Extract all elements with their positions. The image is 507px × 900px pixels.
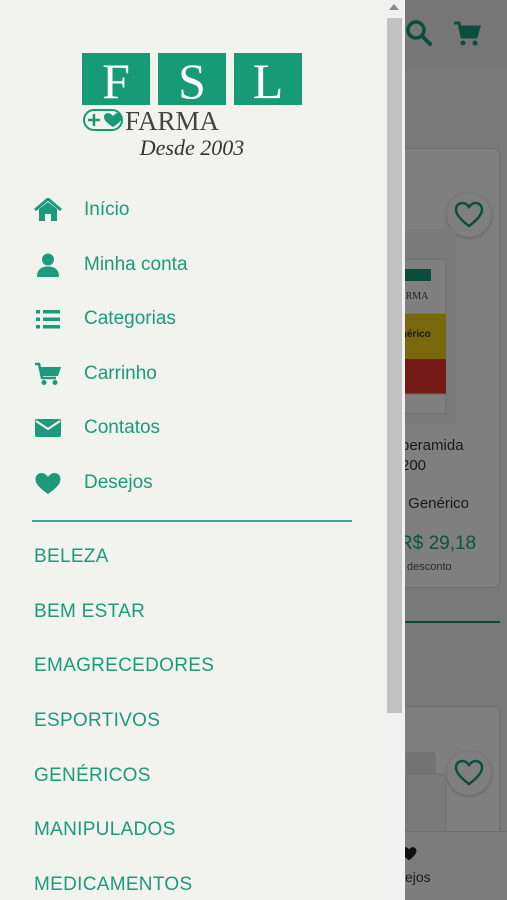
svg-text:F: F [102, 53, 130, 109]
menu-item-label: Desejos [84, 472, 153, 493]
menu-item-label: Minha conta [84, 254, 188, 275]
menu-item-inicio[interactable]: Início [34, 193, 129, 227]
category-bem-estar[interactable]: BEM ESTAR [34, 601, 145, 623]
menu-item-label: Categorias [84, 308, 176, 329]
home-icon [34, 198, 62, 221]
menu-item-label: Início [84, 199, 130, 220]
menu-item-carrinho[interactable]: Carrinho [34, 357, 157, 391]
category-manipulados[interactable]: MANIPULADOS [34, 819, 176, 841]
category-esportivos[interactable]: ESPORTIVOS [34, 710, 160, 732]
svg-text:S: S [178, 53, 206, 109]
navigation-drawer: F S L FARMA Desde 2003 Início Minha cont… [0, 0, 405, 900]
user-icon [37, 253, 59, 277]
category-medicamentos[interactable]: MEDICAMENTOS [34, 874, 192, 896]
svg-text:FARMA: FARMA [125, 106, 220, 136]
scroll-up-arrow-icon[interactable] [389, 4, 399, 10]
envelope-icon [35, 419, 61, 437]
scrollbar-thumb[interactable] [387, 18, 402, 713]
heart-icon [35, 473, 61, 494]
svg-text:L: L [253, 53, 284, 109]
svg-text:Desde 2003: Desde 2003 [139, 135, 244, 160]
menu-item-desejos[interactable]: Desejos [34, 466, 153, 500]
category-beleza[interactable]: BELEZA [34, 546, 109, 568]
menu-item-categorias[interactable]: Categorias [34, 302, 176, 336]
category-genericos[interactable]: GENÉRICOS [34, 765, 151, 787]
menu-item-minha-conta[interactable]: Minha conta [34, 248, 188, 282]
cart-icon [35, 362, 61, 385]
menu-item-label: Carrinho [84, 363, 157, 384]
category-emagrecedores[interactable]: EMAGRECEDORES [34, 655, 214, 677]
menu-item-contatos[interactable]: Contatos [34, 411, 160, 445]
list-icon [36, 310, 60, 329]
menu-item-label: Contatos [84, 417, 161, 438]
brand-logo: F S L FARMA Desde 2003 [82, 53, 302, 160]
menu-divider [32, 520, 352, 522]
